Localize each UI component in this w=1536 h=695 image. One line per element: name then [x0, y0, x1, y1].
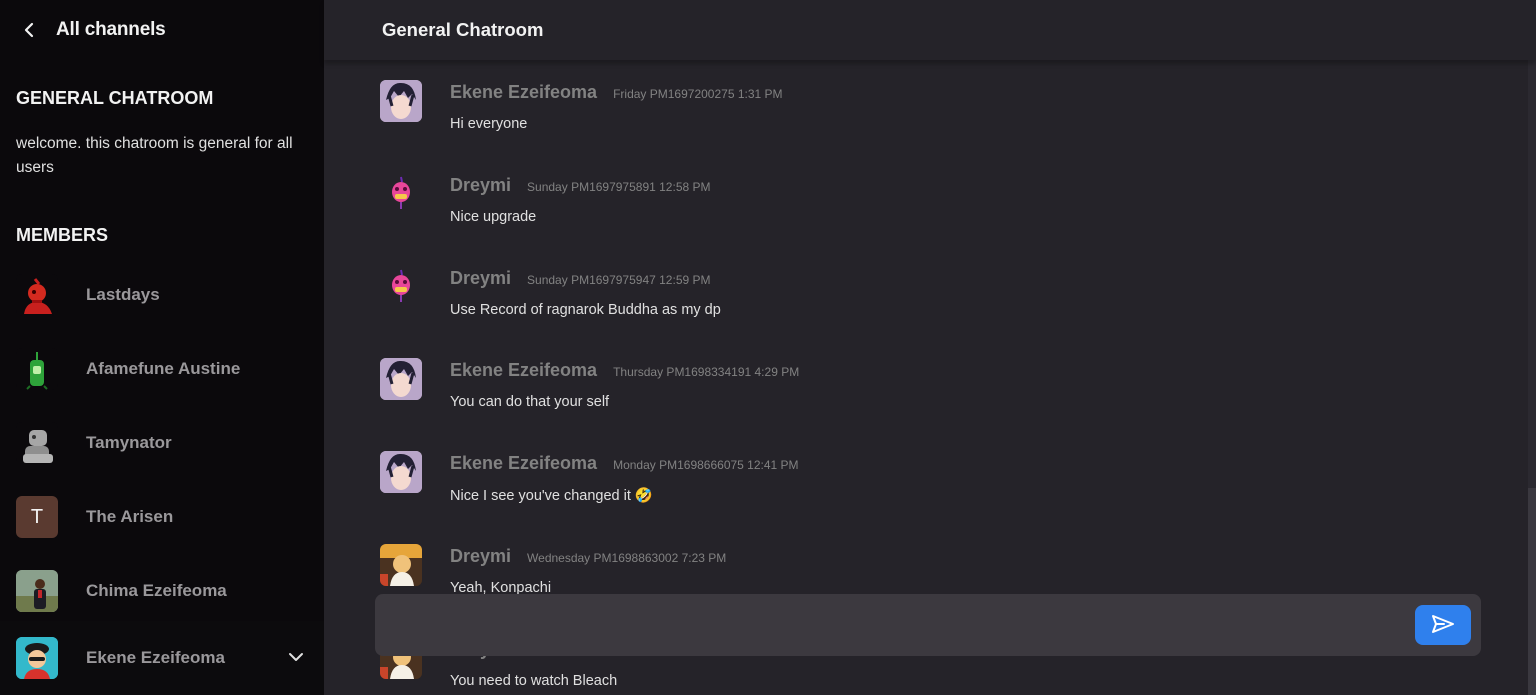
member-item[interactable]: Tamynator — [16, 421, 308, 465]
chevron-down-icon[interactable] — [286, 649, 306, 665]
message-timestamp: Friday PM1697200275 1:31 PM — [613, 87, 783, 101]
photo-avatar — [16, 570, 58, 612]
all-channels-link[interactable]: All channels — [56, 19, 166, 41]
current-user-bar[interactable]: Ekene Ezeifeoma — [0, 621, 324, 695]
member-name: Afamefune Austine — [86, 359, 241, 378]
channel-name: GENERAL CHATROOM — [16, 88, 214, 108]
anime-avatar — [380, 358, 422, 400]
message-author[interactable]: Ekene Ezeifeoma — [450, 360, 597, 381]
anime-avatar — [380, 451, 422, 493]
buddha-avatar — [380, 544, 422, 586]
avatar-initial: T — [30, 505, 44, 528]
message-author[interactable]: Ekene Ezeifeoma — [450, 453, 597, 474]
message-text: You need to watch Bleach — [450, 673, 618, 689]
channel-description: welcome. this chatroom is general for al… — [16, 135, 293, 176]
sidebar-header[interactable]: All channels — [0, 0, 324, 60]
message-timestamp: Sunday PM1697975891 12:58 PM — [527, 180, 711, 194]
message-author[interactable]: Dreymi — [450, 175, 511, 196]
pink-mascot-avatar — [380, 173, 422, 215]
message-timestamp: Monday PM1698666075 12:41 PM — [613, 458, 799, 472]
sidebar: All channels GENERAL CHATROOM welcome. t… — [0, 0, 324, 695]
send-icon — [1430, 613, 1456, 638]
message-author[interactable]: Ekene Ezeifeoma — [450, 82, 597, 103]
message-timestamp: Sunday PM1697975947 12:59 PM — [527, 273, 711, 287]
member-item[interactable]: Afamefune Austine — [16, 347, 308, 391]
current-user[interactable]: Ekene Ezeifeoma — [16, 637, 225, 679]
chat-panel: General Chatroom Ekene Ezeifeoma Friday … — [324, 0, 1536, 695]
message-text: Hi everyone — [450, 116, 528, 132]
message-text: Nice I see you've changed it 🤣 — [450, 488, 653, 504]
member-item[interactable]: Chima Ezeifeoma — [16, 569, 308, 613]
anime-avatar — [380, 80, 422, 122]
message-text: Nice upgrade — [450, 209, 537, 225]
message-timestamp: Wednesday PM1698863002 7:23 PM — [527, 551, 727, 565]
member-item[interactable]: T The Arisen — [16, 495, 308, 539]
current-user-name: Ekene Ezeifeoma — [86, 648, 225, 667]
message-composer — [375, 594, 1481, 656]
scrollbar-thumb[interactable] — [1528, 488, 1536, 695]
message-input[interactable] — [389, 608, 1399, 642]
members-heading: MEMBERS — [16, 225, 109, 245]
message-author[interactable]: Dreymi — [450, 268, 511, 289]
member-name: The Arisen — [86, 507, 174, 526]
message-item: Ekene Ezeifeoma Friday PM1697200275 1:31… — [380, 80, 1480, 140]
message-timestamp: Thursday PM1698334191 4:29 PM — [613, 365, 800, 379]
member-name: Lastdays — [86, 285, 160, 304]
send-button[interactable] — [1415, 605, 1471, 645]
message-text: Use Record of ragnarok Buddha as my dp — [450, 302, 721, 318]
message-item: Ekene Ezeifeoma Thursday PM1698334191 4:… — [380, 358, 1480, 418]
message-item: Dreymi Sunday PM1697975891 12:58 PM Nice… — [380, 173, 1480, 233]
member-name: Chima Ezeifeoma — [86, 581, 227, 600]
letter-avatar: T — [16, 496, 58, 538]
member-name: Tamynator — [86, 433, 172, 452]
cap-character-avatar — [16, 637, 58, 679]
page-title: General Chatroom — [382, 19, 544, 40]
chat-header: General Chatroom — [324, 0, 1536, 60]
pink-mascot-avatar — [380, 266, 422, 308]
message-item: Dreymi Sunday PM1697975947 12:59 PM Use … — [380, 266, 1480, 326]
chevron-left-icon[interactable] — [20, 21, 38, 39]
green-character-avatar — [16, 348, 58, 390]
grey-robot-avatar — [16, 422, 58, 464]
message-text: You can do that your self — [450, 394, 610, 410]
message-item: Ekene Ezeifeoma Monday PM1698666075 12:4… — [380, 451, 1480, 511]
red-character-avatar — [16, 274, 58, 316]
message-author[interactable]: Dreymi — [450, 546, 511, 567]
member-item[interactable]: Lastdays — [16, 273, 308, 317]
scrollbar[interactable] — [1528, 60, 1536, 695]
